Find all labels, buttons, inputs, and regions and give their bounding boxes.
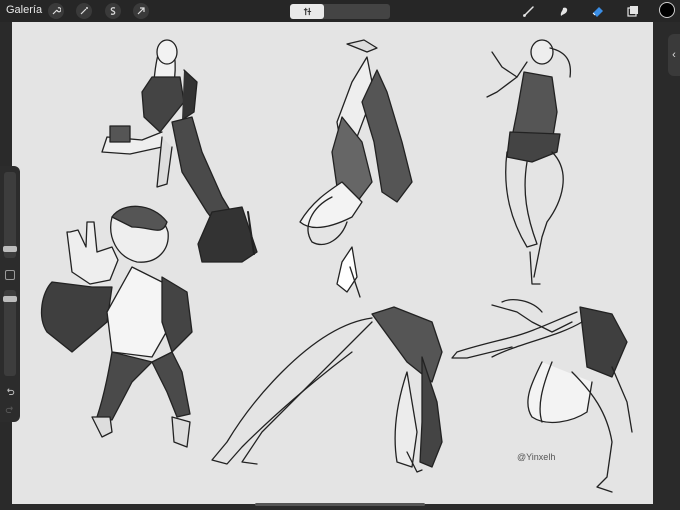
watermark: @Yinxelh bbox=[517, 452, 556, 462]
brush-size-knob[interactable] bbox=[3, 246, 17, 252]
left-sidebar bbox=[0, 166, 20, 422]
redo-icon[interactable] bbox=[4, 404, 16, 416]
selection-icon[interactable] bbox=[105, 3, 121, 19]
collapse-panel-chevron-icon[interactable]: ‹ bbox=[668, 34, 680, 76]
figure-floor-pose bbox=[451, 299, 633, 493]
figure-reaching-girl bbox=[40, 205, 193, 448]
home-indicator bbox=[255, 503, 425, 506]
drawing-canvas[interactable]: @Yinxelh bbox=[12, 22, 653, 504]
undo-icon[interactable] bbox=[4, 386, 16, 398]
eraser-icon[interactable] bbox=[590, 3, 606, 19]
smudge-icon[interactable] bbox=[556, 3, 572, 19]
magic-wand-icon[interactable] bbox=[76, 3, 92, 19]
figure-backbend bbox=[211, 306, 443, 473]
opacity-slider[interactable] bbox=[4, 290, 16, 376]
color-swatch[interactable] bbox=[659, 2, 675, 18]
modify-button[interactable] bbox=[5, 270, 15, 280]
top-toolbar: Galería bbox=[0, 0, 680, 22]
wrench-icon[interactable] bbox=[48, 3, 64, 19]
quickmenu-icon[interactable] bbox=[290, 4, 324, 19]
transform-arrow-icon[interactable] bbox=[133, 3, 149, 19]
opacity-knob[interactable] bbox=[3, 296, 17, 302]
figure-split-kick bbox=[299, 39, 413, 298]
quickmenu-bar[interactable] bbox=[290, 4, 390, 19]
brush-icon[interactable] bbox=[521, 3, 537, 19]
sketch-artwork bbox=[40, 39, 633, 493]
figure-standing-ponytail bbox=[486, 39, 572, 285]
gallery-button[interactable]: Galería bbox=[6, 4, 42, 16]
layers-icon[interactable] bbox=[625, 3, 641, 19]
